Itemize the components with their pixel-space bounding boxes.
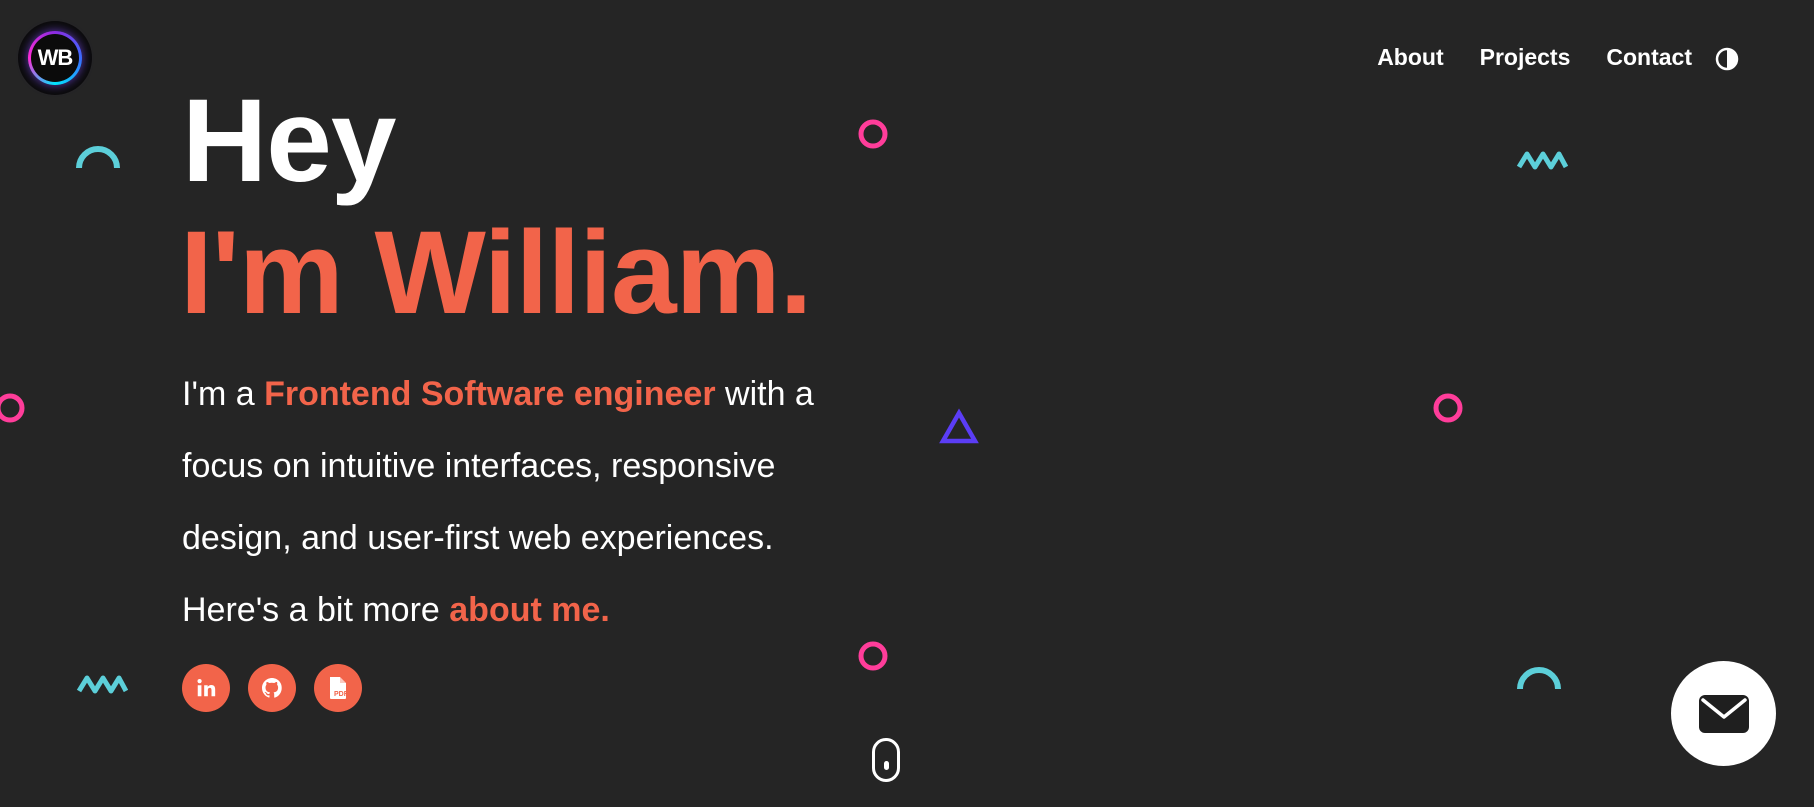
nav-about[interactable]: About <box>1377 44 1443 71</box>
decor-ring-pink-left-edge <box>0 393 25 423</box>
hero-intro: I'm a Frontend Software engineer with a … <box>182 358 862 646</box>
nav-contact[interactable]: Contact <box>1606 44 1692 71</box>
decor-arc-cyan-top-left <box>76 146 120 169</box>
decor-ring-pink-right <box>1433 393 1463 423</box>
svg-text:PDF: PDF <box>334 691 349 698</box>
github-button[interactable] <box>248 664 296 712</box>
mouse-scroll-icon[interactable] <box>872 738 900 782</box>
logo[interactable]: WB <box>18 21 92 95</box>
about-me-link[interactable]: about me. <box>449 591 610 629</box>
decor-zigzag-cyan-bottom-left <box>76 675 128 694</box>
intro-role: Frontend Software engineer <box>264 375 716 413</box>
decor-arc-cyan-bottom-right <box>1517 667 1561 690</box>
hero-name: I'm William. <box>180 207 812 339</box>
logo-ring: WB <box>28 31 82 85</box>
decor-triangle-violet <box>939 408 979 444</box>
resume-pdf-button[interactable]: PDF <box>314 664 362 712</box>
nav-projects[interactable]: Projects <box>1480 44 1571 71</box>
social-links: PDF <box>182 664 362 712</box>
hero-greeting: Hey <box>182 75 396 207</box>
linkedin-button[interactable] <box>182 664 230 712</box>
decor-ring-pink-bottom-center <box>858 641 888 671</box>
main-nav: About Projects Contact <box>1377 44 1692 71</box>
decor-ring-pink-top-center <box>858 119 888 149</box>
decor-zigzag-cyan-top-right <box>1516 151 1568 170</box>
scroll-wheel-dot <box>884 761 889 770</box>
linkedin-icon <box>197 679 216 697</box>
github-icon <box>262 678 282 698</box>
intro-prefix: I'm a <box>182 375 265 413</box>
hero-page: WB About Projects Contact Hey I'm Willia… <box>0 0 1814 807</box>
logo-text: WB <box>37 45 74 70</box>
theme-toggle-icon[interactable] <box>1715 47 1739 71</box>
mail-icon <box>1698 694 1749 733</box>
more-prefix: Here's a bit more <box>182 591 450 629</box>
mail-button[interactable] <box>1671 661 1776 766</box>
pdf-resume-icon: PDF <box>330 677 349 699</box>
